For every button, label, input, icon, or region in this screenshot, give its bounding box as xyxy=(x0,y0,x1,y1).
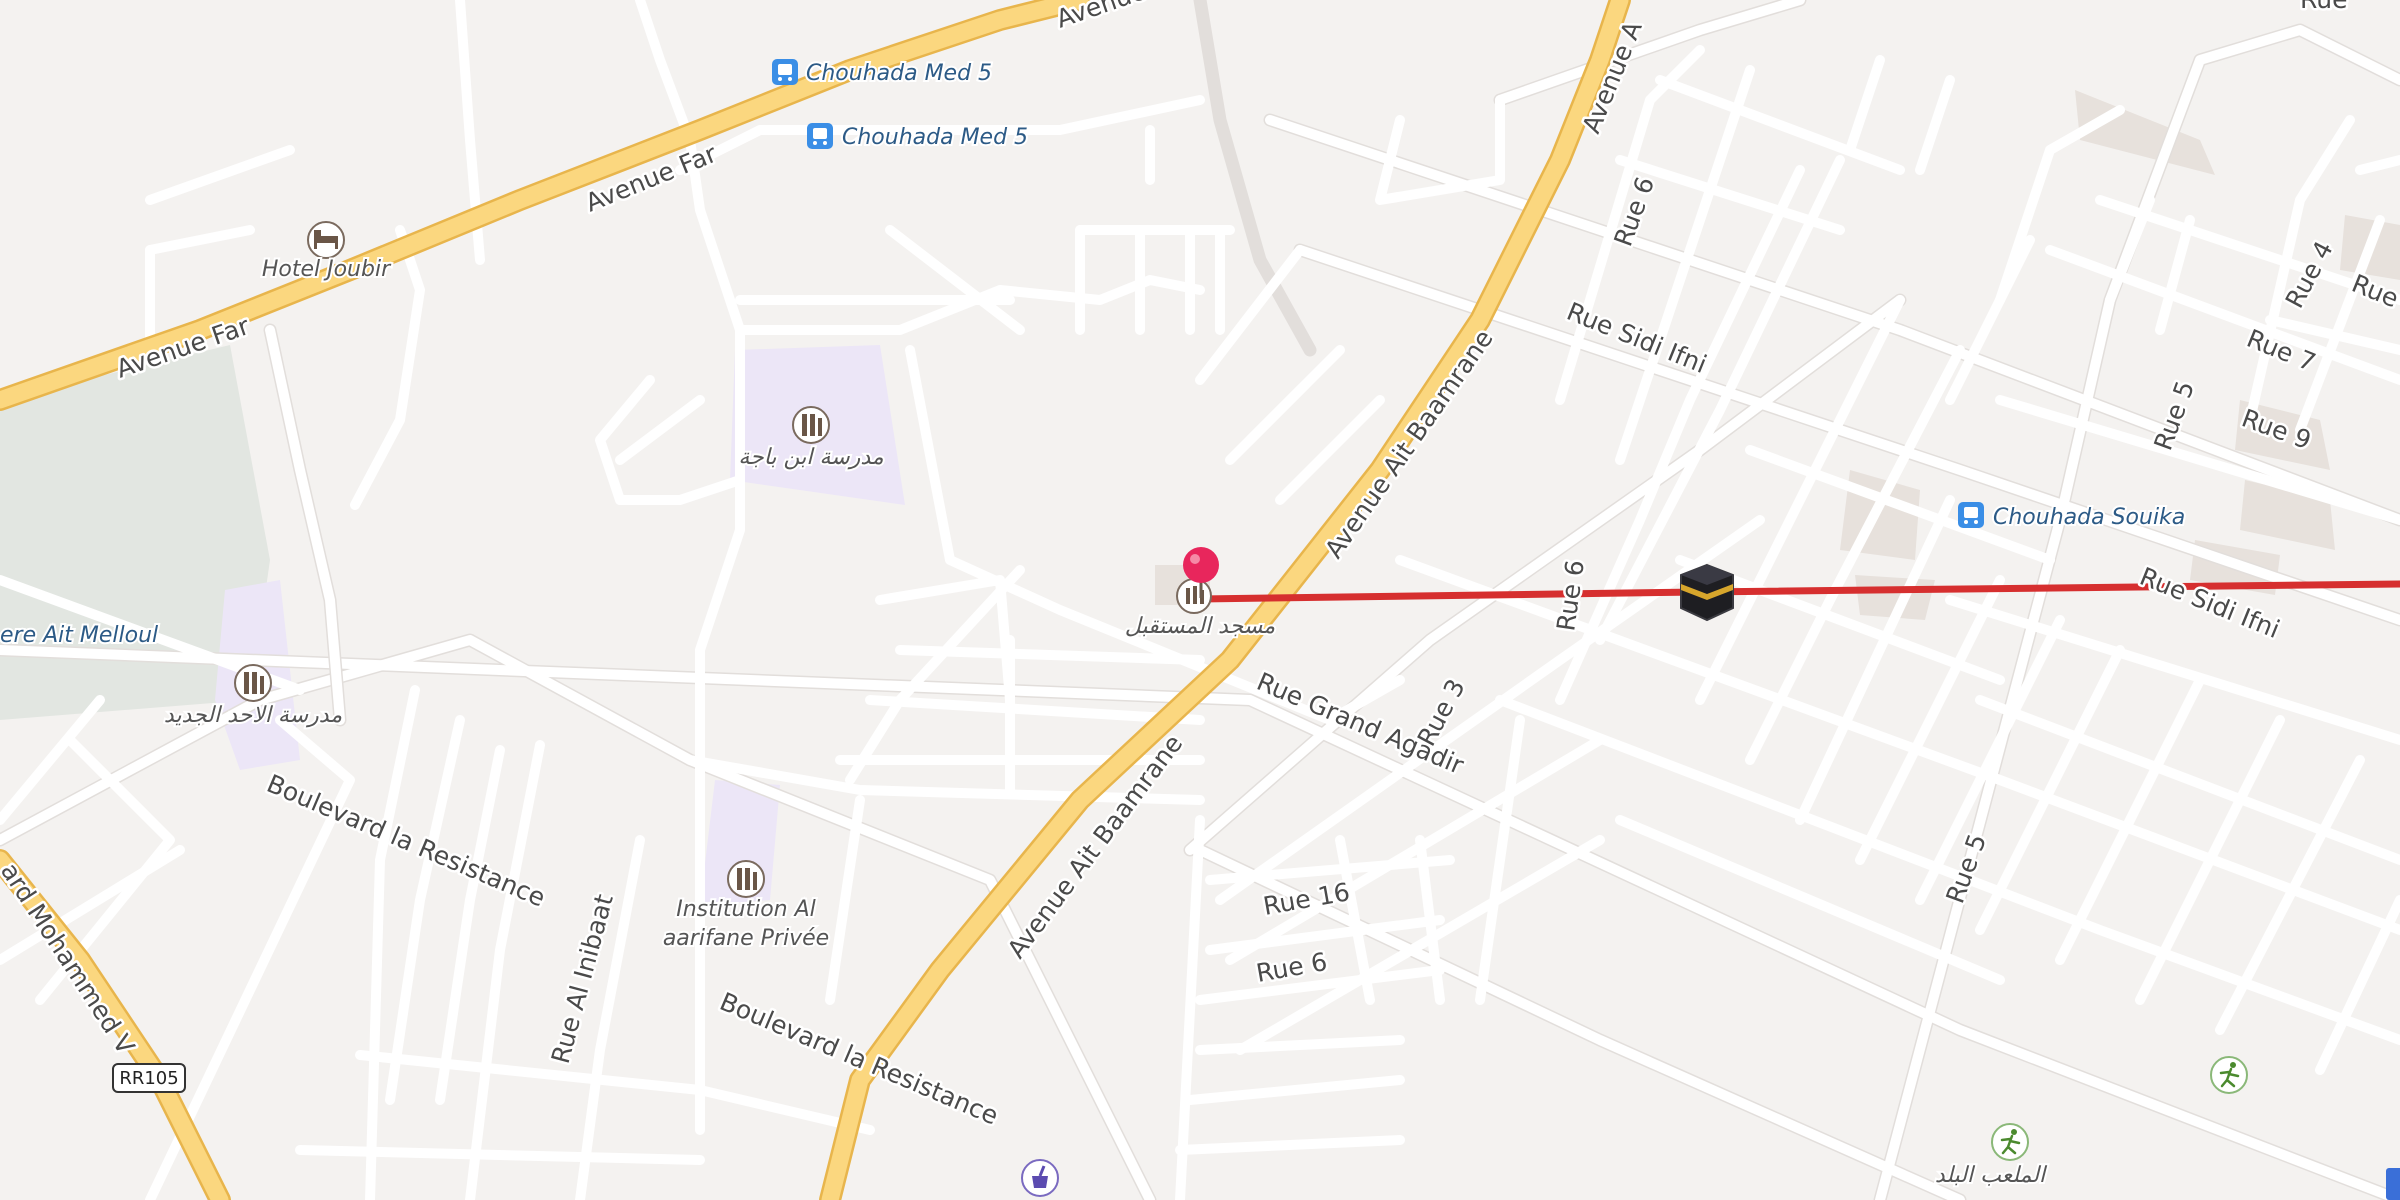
school-icon[interactable] xyxy=(792,406,830,444)
school-icon[interactable] xyxy=(727,860,765,898)
poi-bus-stop-souika[interactable]: Chouhada Souika xyxy=(1958,502,2187,532)
bus-stop-label: Chouhada Souika xyxy=(1993,505,2185,530)
sports-icon[interactable] xyxy=(1991,1123,2029,1161)
school-label: مدرسة ابن باجة xyxy=(738,445,884,470)
school-icon[interactable] xyxy=(234,664,272,702)
bus-stop-icon[interactable] xyxy=(1958,502,1984,528)
mosque-label: مسجد المستقبل xyxy=(1125,614,1276,639)
institution-label-line2: aarifane Privée xyxy=(663,926,829,951)
poi-sports[interactable] xyxy=(2210,1056,2248,1094)
mosque-icon[interactable] xyxy=(1176,578,1212,614)
bus-stop-icon[interactable] xyxy=(807,123,833,149)
bus-stop-label: Chouhada Med 5 xyxy=(806,61,992,86)
route-shield-rr105: RR105 xyxy=(112,1063,186,1093)
kaaba-icon[interactable] xyxy=(1680,563,1734,622)
route-shield-label: RR105 xyxy=(119,1068,178,1089)
stadium-label: الملعب البلد xyxy=(1935,1163,2048,1188)
sports-icon[interactable] xyxy=(2210,1056,2248,1094)
poi-pharmacy[interactable] xyxy=(1021,1159,1059,1197)
pharmacy-icon[interactable] xyxy=(1021,1159,1059,1197)
map-control-button[interactable] xyxy=(2386,1168,2400,1200)
institution-label-line1: Institution Al xyxy=(676,897,816,922)
area-label: ere Ait Melloul xyxy=(0,623,158,648)
school-label: مدرسة الاحد الجديد xyxy=(164,703,342,728)
road-label-rue: Rue xyxy=(2300,0,2347,14)
hotel-icon[interactable] xyxy=(307,221,345,259)
hotel-label: Hotel Joubir xyxy=(262,257,392,282)
poi-area-ait-melloul: ere Ait Melloul xyxy=(0,621,160,650)
map-canvas[interactable]: Avenue Far Avenue Far Avenue Avenue Ait … xyxy=(0,0,2400,1200)
bus-stop-icon[interactable] xyxy=(772,59,798,85)
bus-stop-label: Chouhada Med 5 xyxy=(842,125,1028,150)
